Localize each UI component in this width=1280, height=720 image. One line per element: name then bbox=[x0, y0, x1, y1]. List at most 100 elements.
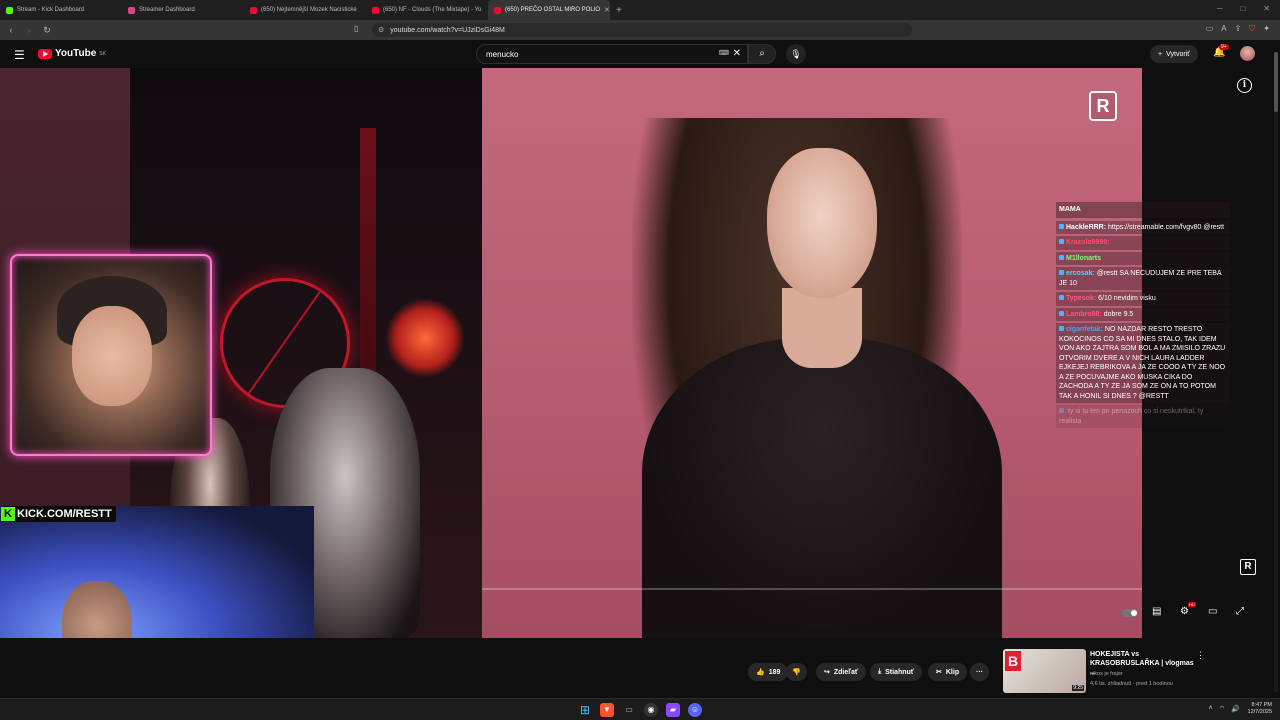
bookmark-icon[interactable]: ▯ bbox=[354, 24, 358, 33]
like-button[interactable]: 👍 189 bbox=[748, 663, 789, 681]
close-tab-icon[interactable]: ✕ bbox=[604, 6, 610, 14]
discord-icon[interactable]: ☺ bbox=[688, 703, 702, 717]
video-progress-bar[interactable] bbox=[482, 588, 1142, 590]
channel-watermark-small: R bbox=[1240, 559, 1256, 575]
suggested-channel[interactable]: nikos je frajer bbox=[1090, 671, 1123, 677]
page-scrollbar[interactable] bbox=[1274, 52, 1278, 692]
autoplay-toggle[interactable] bbox=[1122, 609, 1138, 617]
notifications-button[interactable]: 🔔 9+ bbox=[1213, 44, 1229, 58]
subject-body bbox=[642, 338, 1002, 638]
chat-message: Typesok: 6/10 nevidim visku bbox=[1056, 292, 1230, 306]
video-interview-frame bbox=[482, 68, 1142, 638]
browser-tab[interactable]: Stream - Kick Dashboard bbox=[0, 0, 122, 20]
chat-username: Typesok: bbox=[1066, 295, 1097, 302]
kick-channel-text: KICK.COM/RESTT bbox=[17, 508, 112, 520]
chat-username: ciganfetak: bbox=[1066, 326, 1103, 333]
download-icon: ⤓ bbox=[878, 668, 882, 675]
chat-badge-icon bbox=[1059, 223, 1064, 229]
clock[interactable]: 8:47 PM 12/7/2025 bbox=[1248, 702, 1272, 716]
browser-tab[interactable]: (650) NF - Clouds (The Mixtape) - Yo bbox=[366, 0, 488, 20]
browser-extensions: ▭ A ⇪ ⛉ ✦ bbox=[1206, 24, 1270, 34]
scrollbar-thumb[interactable] bbox=[1274, 52, 1278, 112]
chat-badge-icon bbox=[1059, 326, 1064, 331]
forward-icon[interactable]: › bbox=[22, 25, 36, 35]
cast-icon[interactable]: ▭ bbox=[1206, 24, 1214, 34]
clear-search-icon[interactable]: ✕ bbox=[733, 48, 741, 59]
subject-face bbox=[767, 148, 877, 298]
site-settings-icon[interactable]: ⚙ bbox=[378, 26, 384, 34]
obs-icon[interactable]: ◉ bbox=[644, 703, 658, 717]
plus-icon: + bbox=[1158, 50, 1163, 58]
share-page-icon[interactable]: ⇪ bbox=[1235, 24, 1242, 34]
chat-username: M1llonarts bbox=[1066, 254, 1102, 262]
tray-arrow-icon[interactable]: ˄ bbox=[1209, 705, 1213, 714]
volume-icon[interactable]: 🔊 bbox=[1231, 705, 1240, 714]
tab-favicon-icon bbox=[372, 6, 379, 14]
maximize-icon[interactable]: □ bbox=[1240, 4, 1245, 13]
chat-message: Lambro88: dobre 9.5 bbox=[1056, 307, 1230, 321]
minimize-icon[interactable]: ─ bbox=[1217, 4, 1223, 13]
tab-favicon-icon bbox=[6, 6, 13, 14]
settings-gear-icon[interactable]: ⚙ bbox=[1180, 606, 1189, 617]
info-icon[interactable]: i bbox=[1237, 78, 1252, 93]
translate-icon[interactable]: A bbox=[1221, 24, 1226, 34]
menu-icon[interactable]: ☰ bbox=[14, 48, 25, 62]
chat-title: MAMA bbox=[1056, 202, 1230, 218]
browser-tab[interactable]: Streamer Dashboard bbox=[122, 0, 244, 20]
avatar[interactable] bbox=[1240, 46, 1255, 61]
clip-button[interactable]: ✂ Klip bbox=[928, 663, 968, 681]
brave-browser-icon[interactable]: ▼ bbox=[600, 703, 614, 717]
search-input[interactable]: menucko ⌨ ✕ bbox=[476, 44, 748, 64]
tab-label: Streamer Dashboard bbox=[139, 7, 195, 13]
create-button[interactable]: + Vytvoriť bbox=[1150, 45, 1198, 63]
taskbar-apps: ⊞ ▼ ▭ ◉ ▰ ☺ bbox=[578, 703, 702, 717]
stream-chat-overlay: MAMA HackleRRR: https://streamable.com/f… bbox=[1056, 202, 1230, 430]
os-taskbar: ⊞ ▼ ▭ ◉ ▰ ☺ ˄ ⌔ 🔊 8:47 PM 12/7/2025 bbox=[0, 698, 1280, 720]
keyboard-icon[interactable]: ⌨ bbox=[719, 49, 729, 57]
mic-icon: 🎙 bbox=[790, 49, 802, 59]
search-button[interactable]: ⌕ bbox=[748, 44, 776, 64]
download-button[interactable]: ⤓ Stiahnuť bbox=[870, 663, 923, 681]
more-actions-button[interactable]: ··· bbox=[970, 663, 989, 681]
youtube-logo[interactable]: YouTube SK bbox=[38, 48, 106, 59]
share-button[interactable]: ↪ Zdieľať bbox=[816, 663, 867, 681]
subtitles-icon[interactable]: ▤ bbox=[1152, 606, 1161, 617]
extension-icon[interactable]: ✦ bbox=[1263, 24, 1270, 34]
chat-message: ciganfetak: NO NAZDAR RESTO TRESTO KOKOC… bbox=[1056, 323, 1230, 403]
kebab-menu-icon[interactable]: ⋮ bbox=[1196, 650, 1205, 661]
suggested-video-thumbnail[interactable]: B 9:25 bbox=[1003, 649, 1086, 693]
reload-icon[interactable]: ↻ bbox=[40, 25, 54, 36]
tab-label: (650) NF - Clouds (The Mixtape) - Yo bbox=[383, 7, 482, 13]
kick-logo-icon: K bbox=[1, 507, 15, 521]
tab-favicon-icon bbox=[128, 6, 135, 14]
windows-start-icon[interactable]: ⊞ bbox=[578, 703, 592, 717]
chat-username: Lambro88: bbox=[1066, 310, 1102, 318]
network-icon[interactable]: ⌔ bbox=[1219, 705, 1226, 714]
chat-text: dobre 9.5 bbox=[1103, 310, 1134, 318]
clock-date: 12/7/2025 bbox=[1247, 709, 1272, 715]
theater-mode-icon[interactable]: ▭ bbox=[1208, 606, 1217, 617]
close-window-icon[interactable]: ✕ bbox=[1263, 4, 1270, 13]
new-tab-button[interactable]: + bbox=[616, 5, 622, 16]
url-text: youtube.com/watch?v=UJziDsGi48M bbox=[390, 26, 505, 34]
webcam-person-face bbox=[72, 306, 152, 406]
chat-message: ercosak: @restt SA NECUDUJEM ZE PRE TEBA… bbox=[1056, 267, 1230, 290]
chat-text: NO NAZDAR RESTO TRESTO KOKOCINOS CO SA M… bbox=[1059, 326, 1226, 400]
twitch-icon[interactable]: ▰ bbox=[666, 703, 680, 717]
dislike-button[interactable]: 👎 bbox=[786, 663, 807, 681]
back-icon[interactable]: ‹ bbox=[4, 25, 18, 35]
chat-badge-icon bbox=[1059, 239, 1064, 244]
video-duration: 9:25 bbox=[1072, 685, 1084, 691]
voice-search-button[interactable]: 🎙 bbox=[786, 44, 806, 64]
neon-sign-glow bbox=[385, 298, 465, 378]
fullscreen-icon[interactable]: ⤢ bbox=[1236, 606, 1244, 617]
browser-tab[interactable]: (650) PREČO OSTAL MIRO POLIO ✕ bbox=[488, 0, 610, 20]
tab-favicon-icon bbox=[250, 6, 257, 14]
brave-shield-icon[interactable]: ⛉ bbox=[1249, 24, 1255, 34]
window-controls: ─ □ ✕ bbox=[1217, 4, 1270, 13]
thumbs-down-icon: 👎 bbox=[792, 669, 801, 676]
file-explorer-icon[interactable]: ▭ bbox=[622, 703, 636, 717]
channel-logo-watermark: R bbox=[1089, 91, 1117, 121]
url-field[interactable]: ⚙ youtube.com/watch?v=UJziDsGi48M bbox=[372, 23, 912, 37]
browser-tab[interactable]: (650) Nejtemnější Mozek Nacistické bbox=[244, 0, 366, 20]
